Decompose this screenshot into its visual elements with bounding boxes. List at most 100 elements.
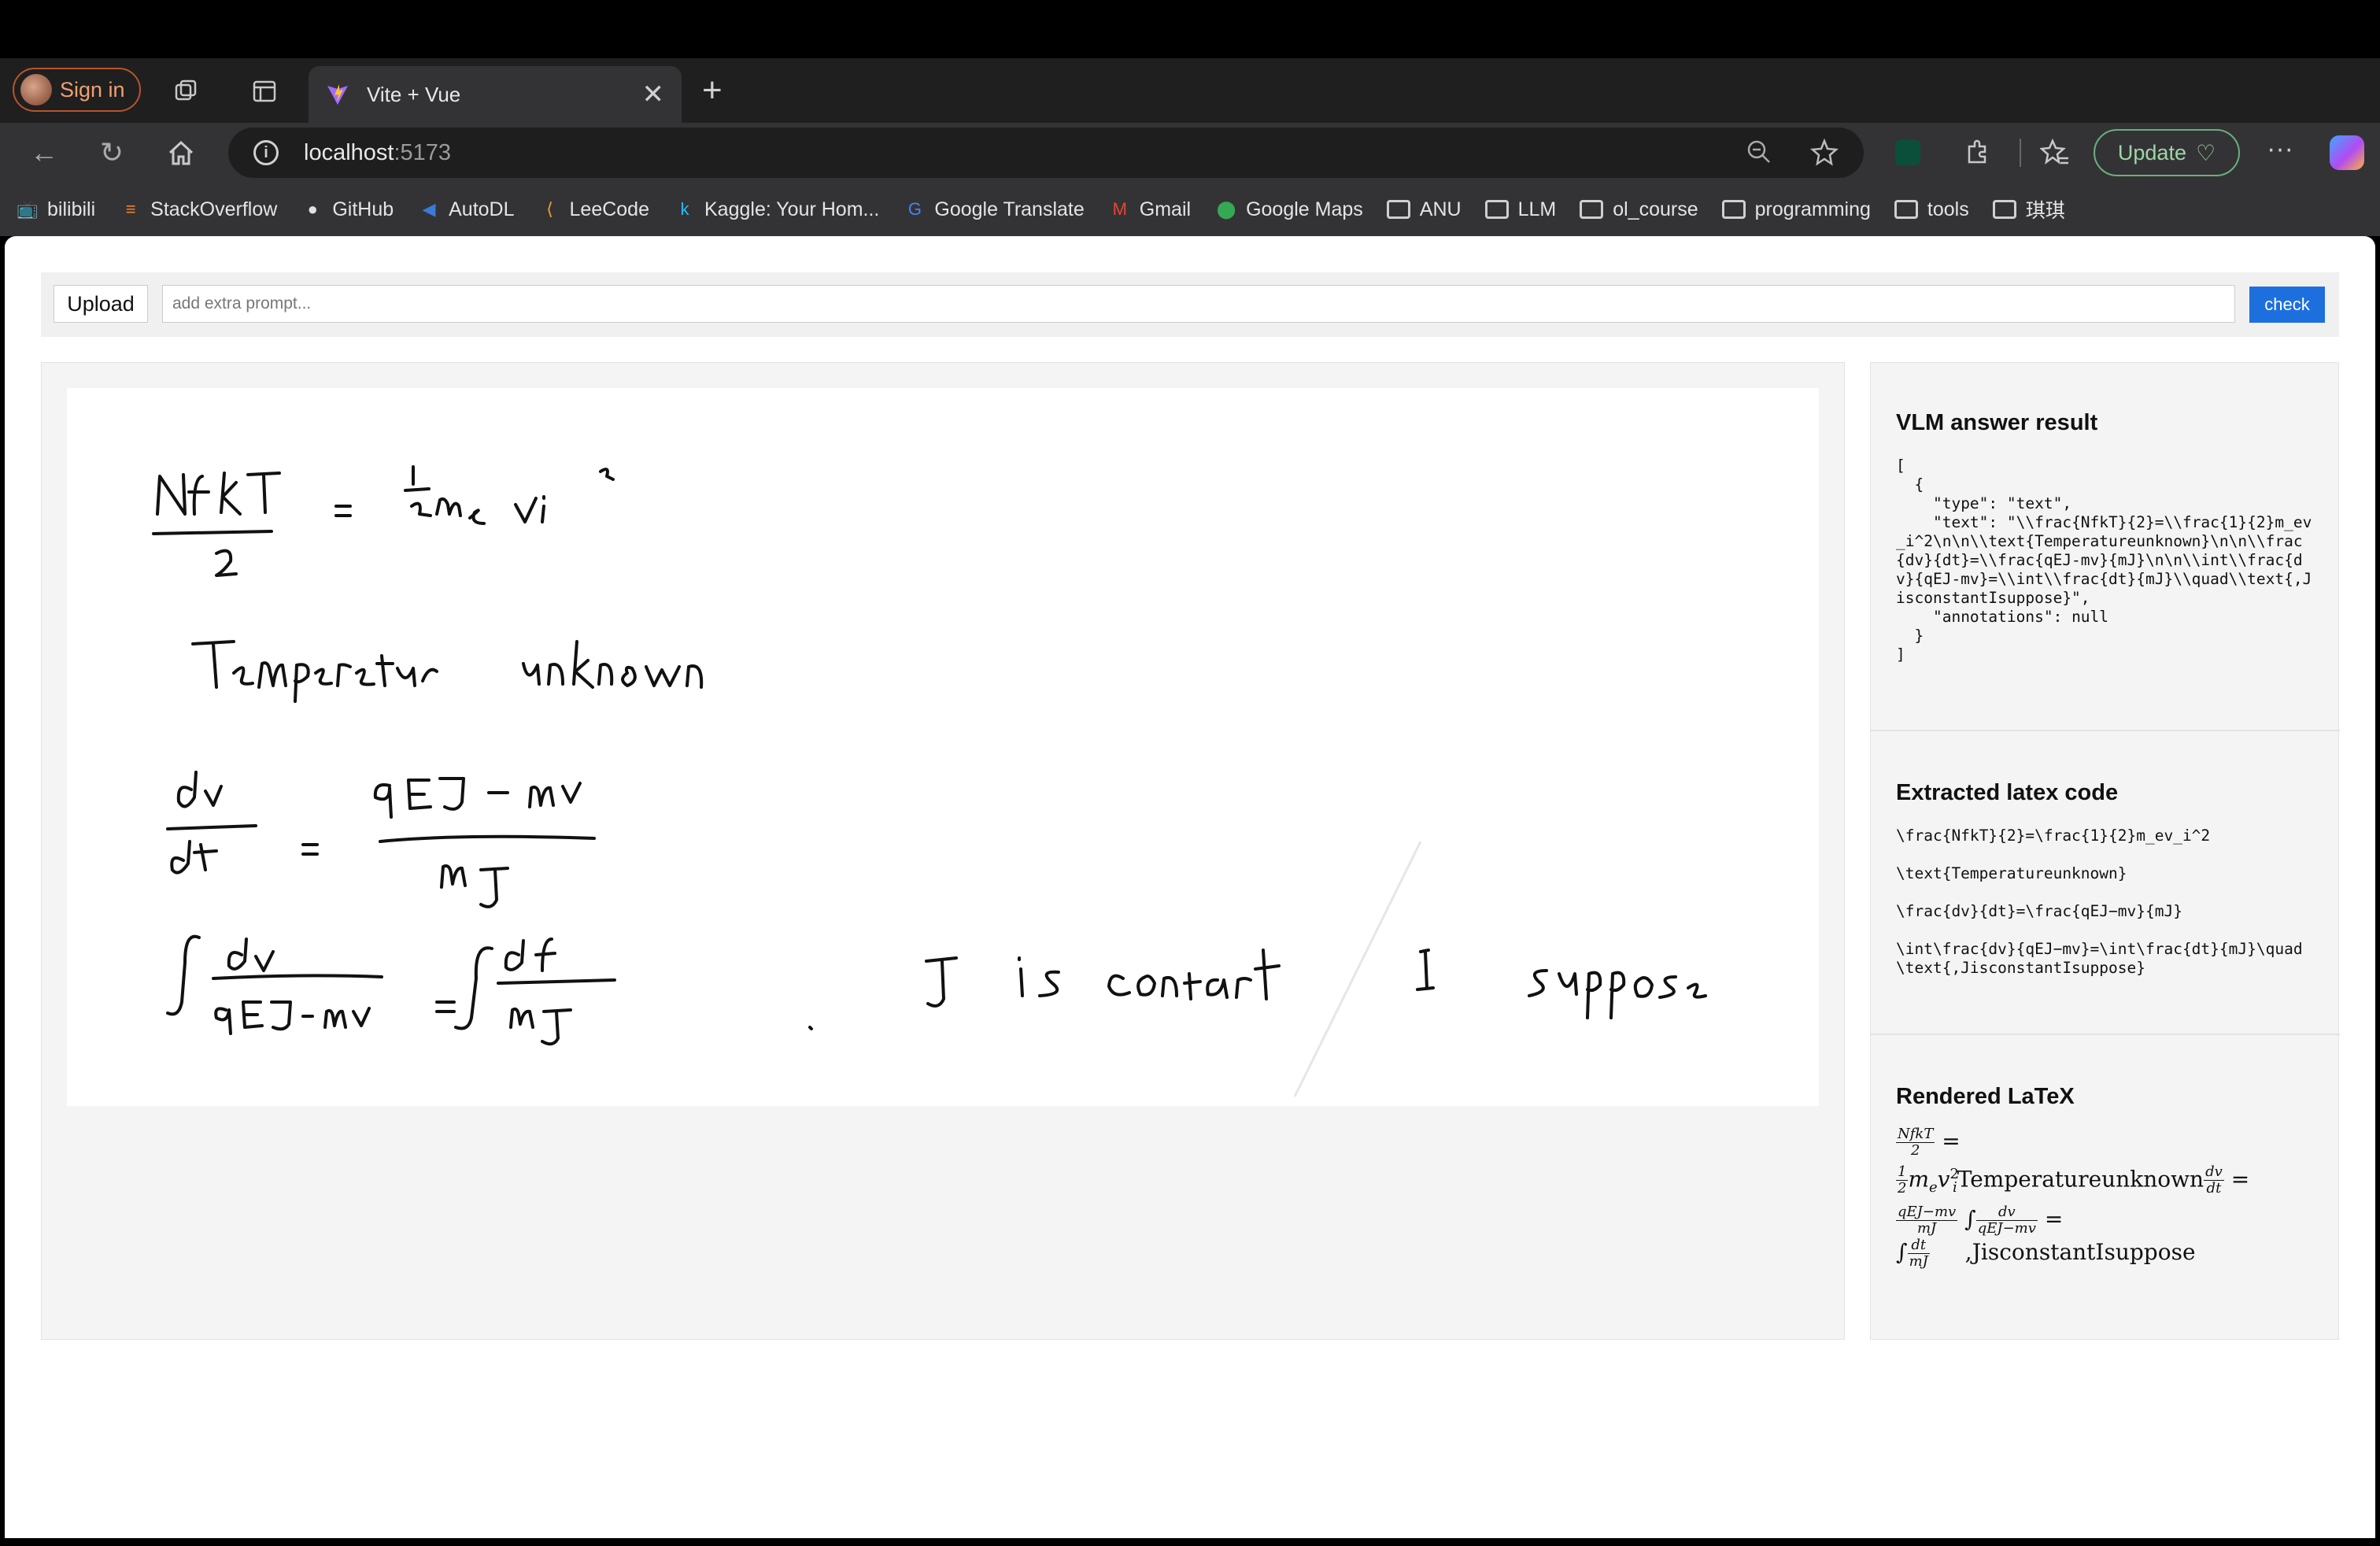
- github-icon: ●: [307, 199, 318, 219]
- bookmark-item[interactable]: ● GitHub: [301, 198, 394, 221]
- sign-in-button[interactable]: Sign in: [13, 68, 141, 112]
- rendered-latex: NfkT 2 = 1 2 mev2iTemperatureunknown dv dt = …: [1896, 1126, 2315, 1270]
- bookmark-label: ANU: [1419, 198, 1462, 220]
- bookmark-item[interactable]: 📺 bilibili: [16, 198, 95, 221]
- bilibili-icon: 📺: [17, 199, 39, 219]
- home-icon[interactable]: [164, 135, 198, 170]
- new-tab-button[interactable]: +: [702, 71, 722, 110]
- equals-sign: =: [2044, 1205, 2064, 1232]
- zoom-out-icon[interactable]: [1746, 139, 1772, 165]
- image-panel: [41, 362, 1845, 1340]
- workspaces-icon[interactable]: [172, 77, 200, 105]
- maps-icon: ⬤: [1216, 199, 1236, 219]
- fraction-numerator: dt: [1907, 1237, 1930, 1254]
- navigation-bar: ← ↻ i localhost:5173 Update ♡ ···: [0, 123, 2380, 183]
- fraction-denominator: qEJ−mv: [1977, 1219, 2036, 1237]
- bookmark-item[interactable]: k Kaggle: Your Hom...: [673, 198, 880, 221]
- integral-sign: ∫: [1964, 1205, 1976, 1232]
- fraction-numerator: 1: [1896, 1163, 1909, 1182]
- equals-sign: =: [2230, 1166, 2250, 1193]
- vlm-answer-section: VLM answer result [ { "type": "text", "t…: [1871, 363, 2340, 731]
- folder-icon: [1894, 200, 1918, 219]
- folder-icon: [1721, 200, 1746, 219]
- favorites-icon[interactable]: [2040, 138, 2070, 168]
- rendered-fraction: qEJ−mv mJ: [1896, 1204, 1958, 1237]
- rendered-text-tail: ,JisconstantIsuppose: [1964, 1238, 2196, 1265]
- folder-icon: [1580, 200, 1604, 219]
- tab-close-icon[interactable]: ✕: [642, 79, 665, 110]
- rendered-latex-title: Rendered LaTeX: [1896, 1084, 2075, 1109]
- kaggle-icon: k: [680, 199, 689, 219]
- results-panel: VLM answer result [ { "type": "text", "t…: [1870, 362, 2340, 1341]
- handwriting-drawing: [152, 465, 1707, 1097]
- update-button[interactable]: Update ♡: [2094, 129, 2240, 176]
- rendered-latex-section: Rendered LaTeX NfkT 2 = 1 2 mev2iTemperatur…: [1871, 1035, 2340, 1341]
- tab-actions-icon[interactable]: [250, 77, 279, 105]
- tab-title: Vite + Vue: [367, 82, 461, 106]
- bookmark-item[interactable]: ANU: [1386, 198, 1462, 221]
- fraction-numerator: dv: [2204, 1163, 2224, 1182]
- stackoverflow-icon: ≡: [125, 199, 136, 219]
- extra-prompt-input[interactable]: add extra prompt...: [162, 285, 2235, 323]
- rendered-fraction: dv qEJ−mv: [1975, 1204, 2038, 1237]
- bookmark-label: GitHub: [332, 198, 394, 220]
- bookmark-item[interactable]: G Google Translate: [903, 198, 1085, 221]
- fraction-denominator: 2: [1910, 1142, 1920, 1159]
- bookmark-item[interactable]: ≡ StackOverflow: [119, 198, 278, 221]
- favorite-star-icon[interactable]: [1810, 139, 1839, 167]
- bookmark-item[interactable]: M Gmail: [1108, 198, 1191, 221]
- page-content: Upload add extra prompt... check VLM ans…: [5, 236, 2375, 1538]
- folder-icon: [1484, 200, 1509, 219]
- tab-vite-vue[interactable]: Vite + Vue ✕: [309, 66, 682, 123]
- vlm-answer-json: [ { "type": "text", "text": "\\frac{NfkT…: [1896, 457, 2312, 664]
- bookmark-item[interactable]: tools: [1894, 198, 1969, 221]
- reload-icon[interactable]: ↻: [94, 135, 129, 170]
- url-port: :5173: [394, 139, 452, 165]
- bookmark-label: ol_course: [1613, 198, 1698, 220]
- toolbar-divider: [2020, 139, 2021, 167]
- leetcode-icon: ⟨: [546, 199, 553, 219]
- url-host: localhost: [304, 139, 394, 165]
- copilot-icon[interactable]: [2330, 135, 2364, 170]
- bookmark-label: AutoDL: [449, 198, 515, 220]
- update-label: Update: [2117, 140, 2186, 165]
- bookmark-label: tools: [1927, 198, 1969, 220]
- bookmark-item[interactable]: ◀ AutoDL: [417, 198, 515, 221]
- bookmark-item[interactable]: ol_course: [1580, 198, 1698, 221]
- back-icon[interactable]: ←: [27, 135, 61, 170]
- bookmark-item[interactable]: programming: [1721, 198, 1871, 221]
- fraction-denominator: mJ: [1909, 1252, 1928, 1270]
- rendered-fraction: NfkT 2: [1896, 1126, 1935, 1159]
- bookmark-item[interactable]: 琪琪: [1992, 195, 2065, 224]
- symbol-m: m: [1908, 1166, 1930, 1193]
- rendered-fraction: 12: [1896, 1163, 1909, 1196]
- rendered-text-temperature: Temperatureunknown: [1957, 1166, 2204, 1193]
- bookmark-label: LLM: [1517, 198, 1557, 220]
- bookmark-label: programming: [1754, 198, 1871, 220]
- extensions-puzzle-icon[interactable]: [1963, 139, 1991, 167]
- bookmark-label: 琪琪: [2025, 200, 2065, 222]
- extension-icon[interactable]: [1895, 140, 1920, 165]
- bookmark-label: Google Translate: [934, 198, 1085, 220]
- gmail-icon: M: [1112, 199, 1127, 219]
- folder-icon: [1386, 200, 1410, 219]
- bookmark-item[interactable]: ⟨ LeeCode: [538, 198, 649, 221]
- extracted-latex-title: Extracted latex code: [1896, 780, 2119, 805]
- address-bar[interactable]: i localhost:5173: [228, 128, 1864, 178]
- subscript-e: e: [1929, 1178, 1938, 1196]
- fraction-numerator: dv: [1975, 1204, 2038, 1221]
- input-toolbar: Upload add extra prompt... check: [41, 272, 2339, 337]
- bookmark-item[interactable]: ⬤ Google Maps: [1214, 198, 1363, 221]
- sign-in-label: Sign in: [60, 77, 125, 102]
- check-button[interactable]: check: [2249, 287, 2325, 323]
- bookmark-item[interactable]: LLM: [1484, 198, 1557, 221]
- bookmark-label: Kaggle: Your Hom...: [704, 198, 880, 220]
- latex-line: \frac{NfkT}{2}=\frac{1}{2}m_ev_i^2: [1896, 827, 2211, 845]
- latex-line: \text{Temperatureunknown}: [1896, 864, 2127, 882]
- bookmark-label: StackOverflow: [150, 198, 278, 220]
- more-menu-icon[interactable]: ···: [2267, 134, 2293, 165]
- latex-line: \frac{dv}{dt}=\frac{qEJ−mv}{mJ}: [1896, 902, 2182, 920]
- upload-button[interactable]: Upload: [54, 285, 148, 323]
- avatar: [20, 74, 52, 105]
- site-info-icon[interactable]: i: [253, 140, 279, 165]
